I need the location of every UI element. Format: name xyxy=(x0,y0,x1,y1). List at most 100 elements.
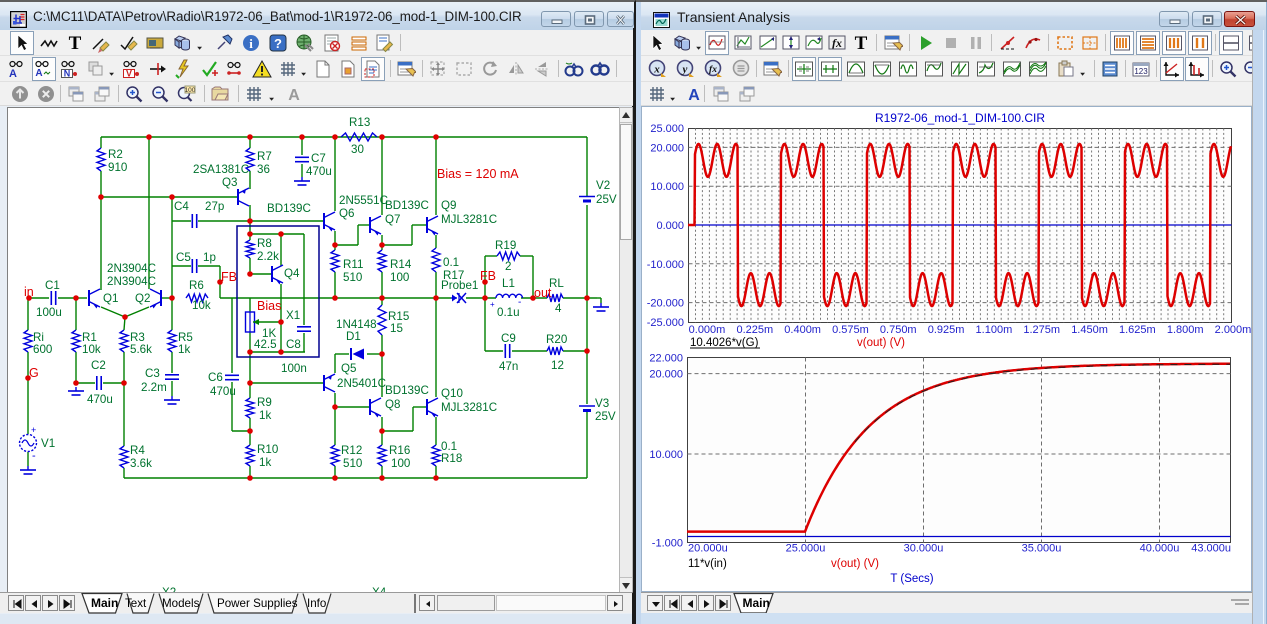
svg-text:Main: Main xyxy=(91,596,118,610)
svg-text:22.000: 22.000 xyxy=(649,353,683,365)
svg-text:25.000: 25.000 xyxy=(650,123,684,135)
svg-text:0.1u: 0.1u xyxy=(497,306,520,319)
svg-text:1.800m: 1.800m xyxy=(1167,324,1204,336)
svg-text:BD139C: BD139C xyxy=(385,384,429,397)
svg-text:R7: R7 xyxy=(257,150,272,163)
svg-text:100n: 100n xyxy=(281,362,307,375)
svg-text:2.2k: 2.2k xyxy=(257,250,279,263)
svg-text:T (Secs): T (Secs) xyxy=(890,573,933,585)
svg-text:-25.000: -25.000 xyxy=(647,317,684,329)
svg-text:2SA1381C: 2SA1381C xyxy=(193,163,249,176)
svg-text:R9: R9 xyxy=(257,396,272,409)
svg-text:L1: L1 xyxy=(502,277,515,290)
svg-text:T: T xyxy=(69,33,82,53)
svg-text:30: 30 xyxy=(351,143,364,156)
svg-text:0.000: 0.000 xyxy=(656,220,684,232)
svg-text:2N3904C: 2N3904C xyxy=(107,275,156,288)
svg-text:X1: X1 xyxy=(286,309,300,322)
svg-text:20.000: 20.000 xyxy=(649,369,683,381)
svg-text:0.1: 0.1 xyxy=(443,256,459,269)
svg-text:470u: 470u xyxy=(306,165,332,178)
svg-text:R2: R2 xyxy=(108,148,123,161)
svg-text:25.000u: 25.000u xyxy=(786,543,826,555)
svg-text:1p: 1p xyxy=(203,251,216,264)
svg-text:Models: Models xyxy=(162,597,200,610)
svg-text:1.625m: 1.625m xyxy=(1119,324,1156,336)
svg-text:Q1: Q1 xyxy=(103,292,118,305)
svg-text:47n: 47n xyxy=(499,360,518,373)
svg-text:FB: FB xyxy=(221,270,237,284)
svg-text:R20: R20 xyxy=(546,333,567,346)
svg-text:1k: 1k xyxy=(259,409,271,422)
svg-text:R6: R6 xyxy=(189,279,204,292)
svg-text:R18: R18 xyxy=(441,452,462,465)
svg-text:R11: R11 xyxy=(343,258,363,271)
svg-text:T: T xyxy=(855,33,868,53)
svg-text:Q2: Q2 xyxy=(135,292,150,305)
svg-text:?: ? xyxy=(274,36,282,51)
svg-text:0.750m: 0.750m xyxy=(880,324,917,336)
svg-text:2N5551C: 2N5551C xyxy=(339,194,388,207)
svg-text:0.000m: 0.000m xyxy=(689,324,726,336)
svg-text:V: V xyxy=(126,69,132,79)
svg-text:0.225m: 0.225m xyxy=(736,324,773,336)
svg-text:i: i xyxy=(249,36,253,51)
svg-text:25V: 25V xyxy=(596,193,617,206)
svg-text:C3: C3 xyxy=(145,367,160,380)
svg-text:fx: fx xyxy=(832,36,842,50)
svg-text:-10.000: -10.000 xyxy=(647,259,684,271)
svg-text:27p: 27p xyxy=(205,200,224,213)
svg-text:Q9: Q9 xyxy=(441,199,456,212)
svg-text:1.450m: 1.450m xyxy=(1071,324,1108,336)
svg-text:R16: R16 xyxy=(389,444,410,457)
svg-text:100: 100 xyxy=(185,87,196,94)
svg-text:43.000u: 43.000u xyxy=(1191,543,1231,555)
svg-text:10.4026*v(G): 10.4026*v(G) xyxy=(690,337,759,349)
svg-text:15: 15 xyxy=(390,322,403,335)
svg-text:C1: C1 xyxy=(45,279,60,292)
svg-text:510: 510 xyxy=(343,271,362,284)
svg-text:910: 910 xyxy=(108,161,127,174)
svg-text:C4: C4 xyxy=(174,200,189,213)
svg-text:0.925m: 0.925m xyxy=(928,324,965,336)
svg-text:4: 4 xyxy=(555,302,562,315)
svg-text:5.6k: 5.6k xyxy=(130,343,152,356)
svg-text:600: 600 xyxy=(33,343,52,356)
svg-text:C2: C2 xyxy=(91,359,106,372)
svg-text:1.100m: 1.100m xyxy=(976,324,1013,336)
svg-text:Q8: Q8 xyxy=(385,398,400,411)
svg-text:C9: C9 xyxy=(501,332,516,345)
svg-text:D1: D1 xyxy=(346,330,361,343)
svg-text:C8: C8 xyxy=(286,338,301,351)
svg-text:-20.000: -20.000 xyxy=(647,298,684,310)
svg-text:35.000u: 35.000u xyxy=(1022,543,1062,555)
svg-text:Text: Text xyxy=(125,597,147,610)
svg-text:Info: Info xyxy=(307,597,326,610)
svg-text:10.000: 10.000 xyxy=(650,181,684,193)
svg-text:A: A xyxy=(288,87,300,104)
svg-text:510: 510 xyxy=(343,457,362,470)
svg-text:Main: Main xyxy=(743,596,770,610)
svg-text:fx: fx xyxy=(709,65,717,75)
svg-text:R12: R12 xyxy=(341,444,362,457)
svg-text:R1972-06_mod-1_DIM-100.CIR: R1972-06_mod-1_DIM-100.CIR xyxy=(875,111,1045,125)
svg-text:C7: C7 xyxy=(311,152,326,165)
svg-text:in: in xyxy=(24,285,34,299)
svg-text:11*v(in): 11*v(in) xyxy=(688,558,727,570)
svg-text:out: out xyxy=(534,286,552,300)
svg-text:Q6: Q6 xyxy=(339,207,354,220)
svg-text:+: + xyxy=(31,425,36,435)
svg-text:BD139C: BD139C xyxy=(267,202,311,215)
svg-text:BD139C: BD139C xyxy=(385,199,429,212)
svg-text:R8: R8 xyxy=(257,237,272,250)
svg-text:R4: R4 xyxy=(130,444,145,457)
svg-text:20.000u: 20.000u xyxy=(688,543,728,555)
svg-text:2N5401C: 2N5401C xyxy=(337,377,386,390)
svg-text:V2: V2 xyxy=(596,179,610,192)
svg-text:1k: 1k xyxy=(259,456,271,469)
svg-text:MJL3281C: MJL3281C xyxy=(441,401,497,414)
svg-text:10.000: 10.000 xyxy=(649,449,683,461)
svg-text:V3: V3 xyxy=(595,397,609,410)
svg-text:2: 2 xyxy=(505,260,511,273)
svg-text:+: + xyxy=(490,300,495,309)
